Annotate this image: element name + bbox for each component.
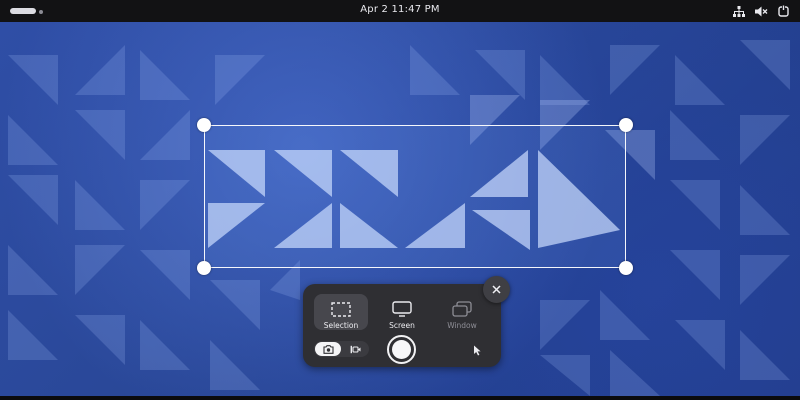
selection-handle-top-left[interactable]	[197, 118, 211, 132]
power-icon	[778, 5, 789, 17]
network-icon	[733, 5, 745, 17]
cursor-icon	[473, 345, 481, 355]
screen-bottom-edge	[0, 396, 800, 400]
mode-screen-button[interactable]: Screen	[375, 294, 429, 330]
screencast-toggle-option[interactable]	[342, 342, 368, 356]
mode-label: Window	[447, 321, 477, 330]
workspace-dot[interactable]	[39, 9, 43, 14]
system-tray[interactable]	[733, 4, 790, 18]
mode-selection-button[interactable]: Selection	[314, 294, 368, 330]
show-pointer-toggle[interactable]	[469, 342, 485, 358]
activities-indicator[interactable]	[10, 8, 36, 14]
mode-window-button[interactable]: Window	[435, 294, 489, 330]
selection-handle-bottom-left[interactable]	[197, 261, 211, 275]
monitor-icon	[392, 301, 412, 317]
camera-icon	[322, 344, 334, 354]
top-bar: Apr 2 11:47 PM	[0, 0, 800, 22]
selection-icon	[331, 301, 351, 317]
close-button[interactable]	[483, 276, 510, 303]
mode-label: Selection	[323, 321, 359, 330]
volume-muted-icon	[755, 6, 768, 16]
screencast-icon	[350, 345, 360, 353]
mode-label: Screen	[389, 321, 415, 330]
screenshot-panel: Selection Screen Window	[303, 284, 501, 367]
selection-handle-bottom-right[interactable]	[619, 261, 633, 275]
close-icon	[492, 285, 501, 294]
capture-button-inner	[392, 340, 411, 359]
clock[interactable]: Apr 2 11:47 PM	[360, 4, 439, 15]
capture-button[interactable]	[387, 335, 416, 364]
screenshot-toggle-option[interactable]	[315, 342, 341, 356]
capture-type-toggle	[314, 341, 369, 357]
selection-rectangle[interactable]	[204, 125, 626, 268]
selection-handle-top-right[interactable]	[619, 118, 633, 132]
window-icon	[452, 301, 472, 317]
